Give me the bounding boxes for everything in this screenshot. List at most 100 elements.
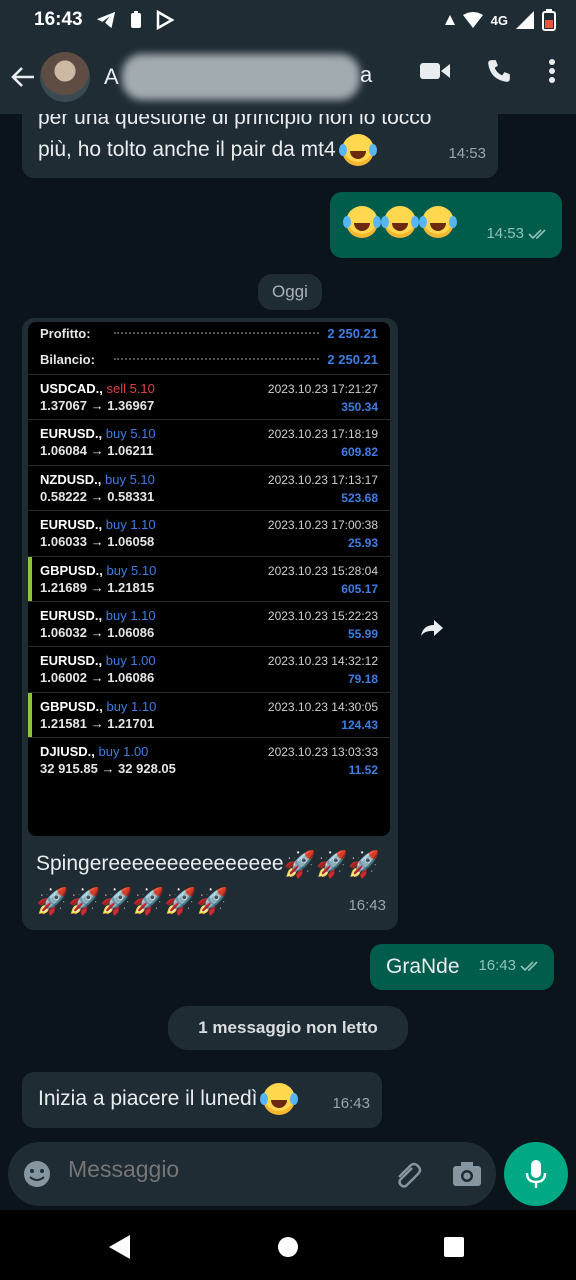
message-text-line: più, ho tolto anche il pair da mt4 (38, 134, 482, 167)
message-outgoing[interactable]: GraNde 16:43 (370, 944, 554, 990)
message-time: 16:43 (478, 957, 516, 974)
contact-name-tail: a (360, 62, 373, 87)
rocket-emoji-icon: 🚀 (36, 885, 69, 916)
double-check-icon (528, 229, 546, 240)
trade-profit: 11.52 (348, 763, 378, 778)
battery-saver-icon (130, 11, 141, 28)
trading-history-image[interactable]: Profitto: 2 250.21 Bilancio: 2 250.21 US… (28, 322, 390, 836)
trade-side: buy 1.10 (106, 698, 157, 714)
message-incoming[interactable]: Inizia a piacere il lunedì 16:43 (22, 1072, 382, 1128)
trade-prices: 1.21689 → 1.21815 (40, 579, 155, 595)
dotted-leader (114, 332, 320, 334)
chat-area[interactable]: per una questione di principio non lo to… (0, 114, 576, 1140)
rocket-emoji-icon: 🚀 (164, 885, 197, 916)
chat-header: A a (0, 40, 576, 114)
trade-prices: 1.06084 → 1.06211 (40, 443, 154, 459)
trade-prices: 0.58222 → 0.58331 (40, 488, 155, 504)
system-nav-bar (0, 1210, 576, 1280)
trade-side: buy 1.10 (105, 607, 156, 623)
triangle-back-icon (109, 1235, 130, 1259)
message-time: 16:43 (332, 1095, 370, 1112)
laughing-emoji-icon (380, 206, 416, 239)
message-meta: 16:43 (348, 890, 386, 922)
trade-symbol: EURUSD., (40, 426, 103, 442)
emoji-button[interactable] (22, 1159, 52, 1194)
message-outgoing[interactable]: 14:53 (330, 192, 562, 258)
trade-row: USDCAD., sell 5.10 1.37067 → 1.36967 2023.… (28, 374, 390, 419)
back-arrow-icon (11, 67, 34, 87)
location-icon (444, 15, 455, 25)
message-time: 16:43 (348, 897, 386, 914)
wifi-icon (462, 12, 483, 28)
message-meta: 14:53 (486, 218, 550, 250)
message-text: GraNde (386, 955, 460, 978)
trade-row: EURUSD., buy 5.10 1.06084 → 1.06211 2023.1… (28, 419, 390, 464)
menu-button[interactable] (548, 58, 556, 84)
trade-date: 2023.10.23 17:00:38 (267, 518, 378, 533)
play-store-icon (156, 10, 175, 30)
trade-profit: 25.93 (347, 536, 378, 551)
back-button[interactable] (8, 57, 38, 97)
nav-home-button[interactable] (277, 1236, 299, 1263)
trade-prices: 1.21581 → 1.21701 (40, 715, 155, 731)
laughing-emoji-icon (418, 206, 454, 239)
trade-date: 2023.10.23 13:03:33 (267, 745, 378, 760)
unread-separator: 1 messaggio non letto (168, 1006, 408, 1050)
trade-symbol: GBPUSD., (40, 698, 103, 714)
microphone-icon (525, 1160, 547, 1188)
trade-date: 2023.10.23 14:32:12 (267, 654, 378, 669)
nav-recents-button[interactable] (443, 1236, 465, 1263)
trade-side: buy 1.00 (105, 653, 156, 669)
status-bar: 16:43 4G (0, 0, 576, 40)
summary-row: Profitto: 2 250.21 (28, 322, 390, 344)
trade-profit: 55.99 (347, 626, 378, 641)
trade-profit: 124.43 (341, 717, 378, 732)
trade-row: NZDUSD., buy 5.10 0.58222 → 0.58331 2023.1… (28, 464, 390, 510)
summary-row: Bilancio: 2 250.21 (28, 344, 390, 374)
trade-profit: 523.68 (341, 490, 378, 505)
laughing-emoji-icon (338, 134, 374, 167)
forward-icon (421, 620, 443, 636)
summary-value: 2 250.21 (327, 351, 378, 367)
trade-side: buy 1.00 (98, 744, 149, 760)
emoji-icon (24, 1161, 50, 1187)
message-composer (8, 1142, 496, 1206)
summary-label: Bilancio: (40, 351, 95, 367)
voice-record-button[interactable] (504, 1142, 568, 1206)
trade-side: buy 5.10 (105, 426, 156, 442)
trade-profit: 79.18 (347, 672, 378, 687)
avatar[interactable] (40, 52, 90, 102)
message-incoming[interactable]: per una questione di principio non lo to… (22, 114, 498, 178)
trade-side: buy 1.10 (105, 517, 156, 533)
trade-prices: 1.06032 → 1.06086 (40, 624, 155, 640)
redacted-name (122, 54, 360, 100)
trade-date: 2023.10.23 17:13:17 (267, 472, 378, 487)
trade-symbol: EURUSD., (40, 607, 103, 623)
nav-back-button[interactable] (108, 1234, 132, 1265)
rocket-emoji-icon: 🚀 (347, 849, 380, 880)
video-call-button[interactable] (420, 61, 450, 81)
rocket-emoji-icon: 🚀 (68, 885, 101, 916)
rocket-emoji-icon: 🚀 (315, 849, 348, 880)
message-caption: Spingereeeeeeeeeeeeeee🚀🚀🚀 🚀🚀🚀🚀🚀🚀 (36, 846, 396, 919)
trade-side: buy 5.10 (106, 562, 157, 578)
rocket-emoji-icon: 🚀 (132, 885, 165, 916)
message-text: Inizia a piacere il lunedì (38, 1087, 258, 1110)
signal-icon (516, 11, 534, 29)
trades-list: USDCAD., sell 5.10 1.37067 → 1.36967 2023.… (28, 374, 390, 783)
trade-row: EURUSD., buy 1.00 1.06002 → 1.06086 2023.1… (28, 646, 390, 691)
forward-button[interactable] (414, 610, 450, 646)
trade-side: buy 5.10 (105, 471, 155, 487)
voice-call-button[interactable] (486, 58, 512, 84)
attach-button[interactable] (392, 1160, 422, 1195)
camera-button[interactable] (452, 1160, 482, 1193)
status-time: 16:43 (34, 9, 83, 30)
trade-prices: 32 915.85 → 32 928.05 (40, 761, 176, 777)
more-vert-icon (549, 59, 555, 83)
trade-symbol: EURUSD., (40, 517, 103, 533)
network-label: 4G (490, 12, 508, 28)
trade-profit: 350.34 (341, 400, 378, 414)
message-input[interactable] (68, 1156, 368, 1183)
phone-icon (488, 60, 510, 82)
trade-date: 2023.10.23 17:18:19 (267, 427, 378, 442)
